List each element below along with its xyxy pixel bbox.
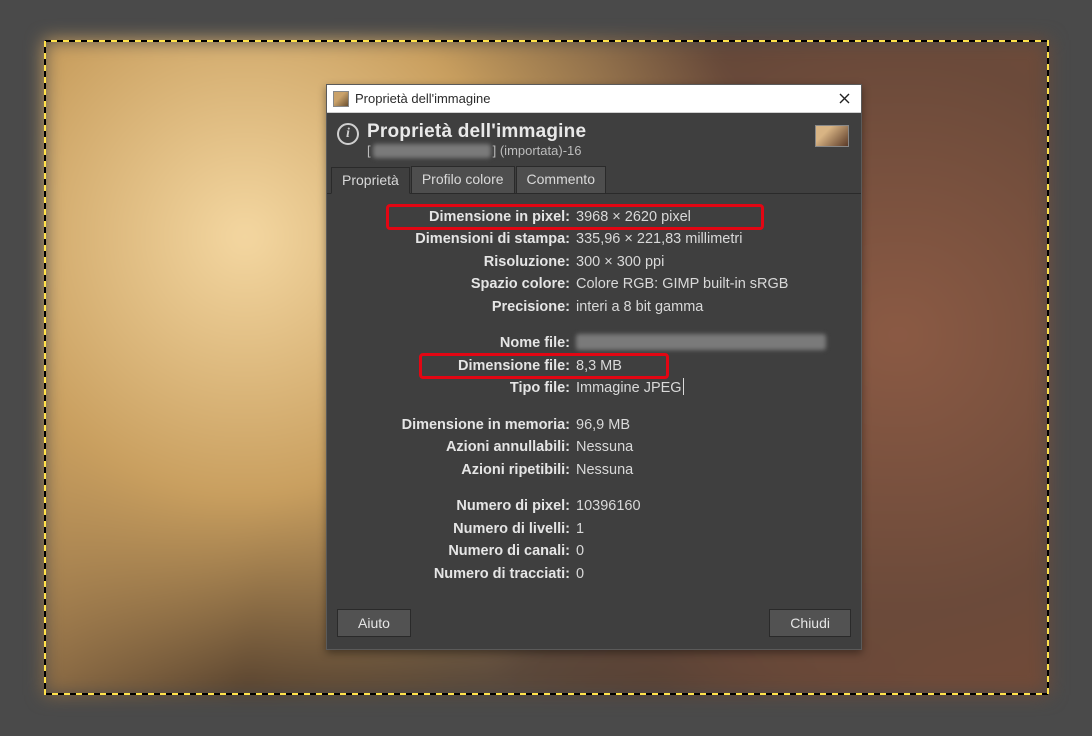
row-precision: Precisione: interi a 8 bit gamma [341,296,847,318]
redacted-filepath [576,334,826,350]
tabs: Proprietà Profilo colore Commento [327,166,861,193]
value-pixel-dimensions: 3968 × 2620 pixel [576,206,691,228]
value-layer-count: 1 [576,518,584,540]
row-layer-count: Numero di livelli: 1 [341,518,847,540]
properties-panel: Dimensione in pixel: 3968 × 2620 pixel D… [327,194,861,599]
label-filetype: Tipo file: [341,377,576,399]
value-resolution: 300 × 300 ppi [576,251,664,273]
row-filetype: Tipo file: Immagine JPEG [341,377,847,399]
label-color-space: Spazio colore: [341,273,576,295]
value-filetype-text: Immagine JPEG [576,380,682,396]
row-resolution: Risoluzione: 300 × 300 ppi [341,251,847,273]
label-filename: Nome file: [341,332,576,354]
dialog-header: i Proprietà dell'immagine [ ] (importata… [327,113,861,166]
value-precision: interi a 8 bit gamma [576,296,703,318]
image-properties-dialog: Proprietà dell'immagine i Proprietà dell… [326,84,862,650]
label-filesize: Dimensione file: [341,355,576,377]
help-button[interactable]: Aiuto [337,609,411,637]
window-title: Proprietà dell'immagine [355,91,827,106]
label-redo: Azioni ripetibili: [341,459,576,481]
row-pixel-count: Numero di pixel: 10396160 [341,495,847,517]
row-memory-size: Dimensione in memoria: 96,9 MB [341,414,847,436]
close-button[interactable]: Chiudi [769,609,851,637]
label-undo: Azioni annullabili: [341,436,576,458]
dialog-subtitle: [ ] (importata)-16 [367,143,807,158]
row-color-space: Spazio colore: Colore RGB: GIMP built-in… [341,273,847,295]
value-filename [576,332,826,354]
row-channel-count: Numero di canali: 0 [341,540,847,562]
value-pixel-count: 10396160 [576,495,641,517]
label-resolution: Risoluzione: [341,251,576,273]
value-memory-size: 96,9 MB [576,414,630,436]
label-channel-count: Numero di canali: [341,540,576,562]
label-pixel-count: Numero di pixel: [341,495,576,517]
image-thumbnail [815,125,849,147]
label-pixel-dimensions: Dimensione in pixel: [341,206,576,228]
value-undo: Nessuna [576,436,633,458]
value-filesize: 8,3 MB [576,355,622,377]
label-layer-count: Numero di livelli: [341,518,576,540]
text-cursor [683,378,684,395]
dialog-title: Proprietà dell'immagine [367,121,807,143]
row-undo: Azioni annullabili: Nessuna [341,436,847,458]
tab-color-profile[interactable]: Profilo colore [411,166,515,193]
subtitle-prefix: [ [367,143,371,158]
label-print-dimensions: Dimensioni di stampa: [341,228,576,250]
row-print-dimensions: Dimensioni di stampa: 335,96 × 221,83 mi… [341,228,847,250]
value-filetype: Immagine JPEG [576,377,684,399]
window-close-button[interactable] [833,88,855,110]
dialog-footer: Aiuto Chiudi [327,599,861,649]
value-print-dimensions: 335,96 × 221,83 millimetri [576,228,742,250]
label-precision: Precisione: [341,296,576,318]
tab-properties[interactable]: Proprietà [331,167,410,194]
window-titlebar[interactable]: Proprietà dell'immagine [327,85,861,113]
tab-comment[interactable]: Commento [516,166,606,193]
gimp-app-icon [333,91,349,107]
label-path-count: Numero di tracciati: [341,563,576,585]
row-pixel-dimensions: Dimensione in pixel: 3968 × 2620 pixel [341,206,847,228]
row-filename: Nome file: [341,332,847,354]
redacted-filename [373,144,491,158]
label-memory-size: Dimensione in memoria: [341,414,576,436]
info-icon: i [337,123,359,145]
value-color-space: Colore RGB: GIMP built-in sRGB [576,273,788,295]
row-path-count: Numero di tracciati: 0 [341,563,847,585]
row-filesize: Dimensione file: 8,3 MB [341,355,847,377]
subtitle-suffix: ] (importata)-16 [493,143,582,158]
value-channel-count: 0 [576,540,584,562]
value-redo: Nessuna [576,459,633,481]
value-path-count: 0 [576,563,584,585]
row-redo: Azioni ripetibili: Nessuna [341,459,847,481]
